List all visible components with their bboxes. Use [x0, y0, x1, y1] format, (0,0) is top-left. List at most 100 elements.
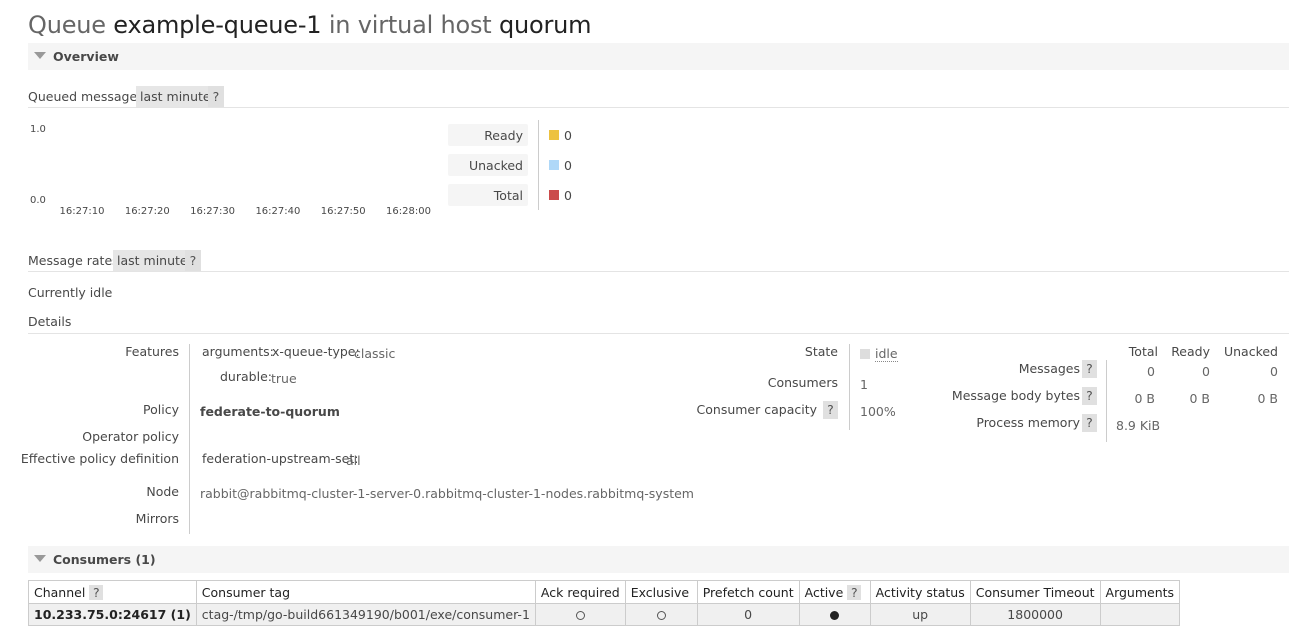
- channel-help-button[interactable]: ?: [89, 584, 104, 600]
- queued-messages-label: Queued messages: [28, 89, 144, 104]
- message-rates-label: Message rates: [28, 253, 119, 268]
- active-cell: [798, 603, 871, 626]
- effective-policy-label: Effective policy definition: [20, 451, 179, 466]
- legend-divider: [538, 120, 539, 210]
- collapse-triangle-icon: [34, 555, 46, 562]
- consumer-capacity-help-button[interactable]: ?: [823, 401, 838, 419]
- message-rates-status: Currently idle: [28, 285, 113, 300]
- operator-policy-label: Operator policy: [82, 429, 179, 444]
- effective-policy-key: federation-upstream-set:: [202, 451, 359, 466]
- exclusive-open-circle-icon: [656, 611, 666, 620]
- legend-label-ready: Ready: [448, 124, 528, 146]
- consumer-capacity-label: Consumer capacity: [696, 402, 817, 417]
- stats-body-bytes-help-button[interactable]: ?: [1082, 387, 1097, 405]
- policy-label: Policy: [143, 402, 179, 417]
- consumer-timeout-cell: 1800000: [969, 603, 1101, 626]
- legend-swatch-ready: [549, 130, 559, 140]
- x-tick-label: 16:27:40: [255, 206, 300, 217]
- consumers-value: 1: [860, 377, 868, 392]
- queue-name: example-queue-1: [113, 11, 322, 39]
- node-value: rabbit@rabbitmq-cluster-1-server-0.rabbi…: [200, 486, 694, 501]
- col-consumer-timeout: Consumer Timeout: [969, 580, 1101, 604]
- y-tick-label: 1.0: [30, 124, 46, 135]
- stats-process-memory-value: 8.9 KiB: [1116, 418, 1161, 433]
- legend-value-total: 0: [564, 188, 572, 203]
- durable-key: durable:: [220, 369, 272, 384]
- arguments-key: arguments:: [202, 344, 274, 359]
- x-tick-label: 16:28:00: [386, 206, 431, 217]
- col-channel: Channel?: [28, 580, 197, 604]
- state-value: idle: [875, 346, 898, 362]
- legend-swatch-total: [549, 190, 559, 200]
- queued-messages-range-button[interactable]: last minute: [136, 86, 215, 107]
- consumer-capacity-value: 100%: [860, 404, 896, 419]
- arguments-cell: [1099, 603, 1181, 626]
- effective-policy-value: all: [346, 453, 361, 468]
- stats-messages-help-button[interactable]: ?: [1082, 360, 1097, 378]
- legend-label-total: Total: [448, 184, 528, 206]
- stats-header-total: Total: [1128, 344, 1158, 359]
- prefetch-count-cell: 0: [696, 603, 800, 626]
- stats-messages-ready: 0: [1202, 364, 1210, 379]
- ack-required-cell: [534, 603, 626, 626]
- consumers-section-toggle[interactable]: Consumers (1): [28, 546, 1289, 573]
- x-tick-label: 16:27:10: [60, 206, 105, 217]
- details-header: Details: [28, 312, 1289, 334]
- x-tick-label: 16:27:30: [190, 206, 235, 217]
- legend-swatch-unacked: [549, 160, 559, 170]
- stats-body-bytes-total: 0 B: [1134, 391, 1155, 406]
- stats-messages-total: 0: [1147, 364, 1155, 379]
- col-active: Active?: [798, 580, 871, 604]
- state-value-wrap: idle: [860, 346, 898, 362]
- consumers-table-header: Channel? Consumer tag Ack required Exclu…: [28, 580, 1181, 604]
- node-label: Node: [146, 484, 179, 499]
- queue-type-value: classic: [354, 346, 396, 361]
- state-label: State: [804, 344, 838, 359]
- legend-value-ready: 0: [564, 128, 572, 143]
- stats-body-bytes-label: Message body bytes: [951, 388, 1080, 403]
- overview-section-toggle[interactable]: Overview: [28, 43, 1289, 70]
- active-help-button[interactable]: ?: [847, 584, 862, 600]
- stats-body-bytes-ready: 0 B: [1189, 391, 1210, 406]
- stats-divider: [1106, 360, 1107, 442]
- stats-header-ready: Ready: [1171, 344, 1210, 359]
- col-consumer-tag: Consumer tag: [195, 580, 536, 604]
- stats-process-memory-label: Process memory: [976, 415, 1080, 430]
- consumer-channel-link[interactable]: 10.233.75.0:24617 (1): [28, 603, 197, 626]
- col-channel-label: Channel: [34, 584, 86, 600]
- ack-required-open-circle-icon: [575, 611, 585, 620]
- x-tick-label: 16:27:50: [321, 206, 366, 217]
- col-activity-status: Activity status: [869, 580, 971, 604]
- state-divider: [849, 344, 850, 430]
- stats-messages-unacked: 0: [1270, 364, 1278, 379]
- consumers-label: Consumers: [767, 375, 838, 390]
- overview-label: Overview: [53, 49, 119, 64]
- col-ack-required: Ack required: [534, 580, 626, 604]
- stats-process-memory-help-button[interactable]: ?: [1082, 414, 1097, 432]
- col-active-label: Active: [804, 584, 844, 600]
- activity-status-cell: up: [869, 603, 971, 626]
- active-filled-circle-icon: [830, 611, 840, 620]
- collapse-triangle-icon: [34, 52, 46, 59]
- details-divider: [189, 344, 190, 534]
- consumers-table: Channel? Consumer tag Ack required Exclu…: [28, 580, 1181, 626]
- legend-value-unacked: 0: [564, 158, 572, 173]
- queued-messages-header: Queued messages last minute ?: [28, 86, 1289, 108]
- message-rates-range-button[interactable]: last minute: [113, 250, 192, 271]
- col-exclusive: Exclusive: [624, 580, 698, 604]
- col-prefetch-count: Prefetch count: [696, 580, 800, 604]
- details-label: Details: [28, 314, 72, 329]
- col-arguments: Arguments: [1099, 580, 1181, 604]
- policy-value: federate-to-quorum: [200, 404, 340, 419]
- vhost-name: quorum: [498, 11, 592, 39]
- mirrors-label: Mirrors: [135, 511, 179, 526]
- message-rates-help-button[interactable]: ?: [185, 250, 201, 271]
- legend-label-unacked: Unacked: [448, 154, 528, 176]
- y-tick-label: 0.0: [30, 195, 46, 206]
- table-row: 10.233.75.0:24617 (1) ctag-/tmp/go-build…: [28, 603, 1181, 626]
- stats-messages-label: Messages: [1018, 361, 1080, 376]
- consumer-tag-cell: ctag-/tmp/go-build661349190/b001/exe/con…: [195, 603, 536, 626]
- queued-messages-help-button[interactable]: ?: [208, 86, 224, 107]
- queue-type-key: x-queue-type:: [272, 344, 360, 359]
- consumers-section-label: Consumers (1): [53, 552, 156, 567]
